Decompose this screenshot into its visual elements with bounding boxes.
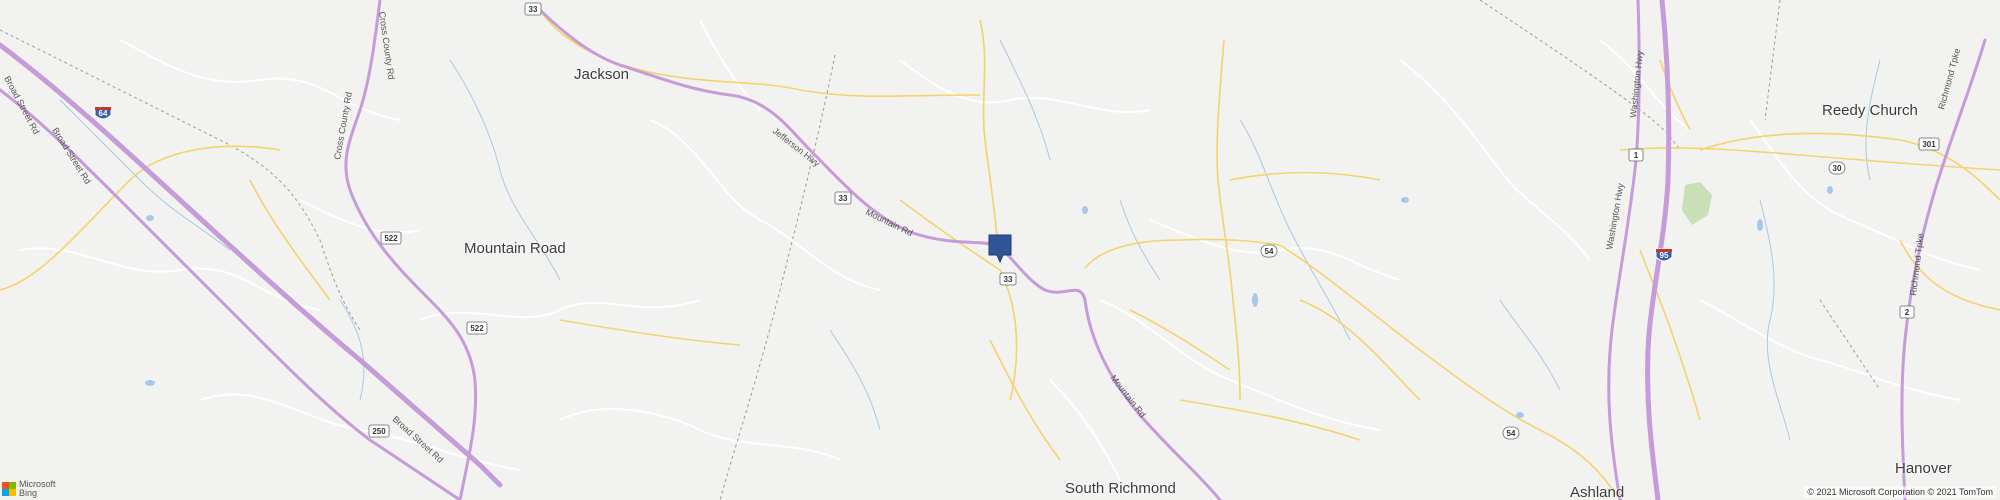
road-label-richmond-tpke-lower: Richmond Tpke (1908, 233, 1926, 297)
copyright-attribution: © 2021 Microsoft Corporation © 2021 TomT… (1804, 486, 1996, 498)
road-label-washington-hwy: Washington Hwy (1628, 50, 1645, 118)
svg-text:1: 1 (1634, 151, 1639, 160)
rt-2-shield: 2 (1899, 305, 1915, 319)
place-label-mountain-road: Mountain Road (464, 240, 566, 257)
location-pin-icon[interactable] (988, 234, 1012, 264)
rt-54-shield-2: 54 (1502, 426, 1520, 440)
svg-text:95: 95 (1660, 251, 1669, 260)
svg-text:54: 54 (1265, 247, 1274, 256)
place-label-hanover: Hanover (1895, 460, 1952, 477)
us-522-shield-2: 522 (466, 321, 488, 335)
road-label-richmond-tpke: Richmond Tpke (1936, 47, 1962, 110)
ponds (145, 186, 1833, 418)
map-canvas[interactable]: Cross County Rd Cross County Rd Broad St… (0, 0, 2000, 500)
microsoft-logo-icon (2, 482, 16, 496)
svg-text:54: 54 (1507, 429, 1516, 438)
park-area (1682, 182, 1712, 225)
road-label-broad-street-rd: Broad Street Rd (2, 74, 41, 136)
road-label-mountain-rd: Mountain Rd (864, 207, 914, 238)
road-label-jefferson-hwy: Jefferson Hwy (771, 126, 822, 169)
us-33-shield-pin: 33 (999, 272, 1017, 286)
road-label-mountain-rd-lower: Mountain Rd (1108, 373, 1147, 419)
logo-line-2: Bing (19, 488, 38, 498)
i-95-shield: 95 (1655, 248, 1673, 262)
us-522-shield-1: 522 (380, 231, 402, 245)
us-250-shield: 250 (368, 424, 390, 438)
road-label-washington-hwy-lower: Washington Hwy (1604, 182, 1626, 250)
rt-30-shield: 30 (1828, 161, 1846, 175)
road-label-cross-county-rd-lower: Cross County Rd (332, 91, 354, 160)
place-label-ashland: Ashland (1570, 484, 1625, 500)
place-label-reedy-church: Reedy Church (1822, 102, 1918, 119)
svg-text:33: 33 (839, 194, 848, 203)
road-label-cross-county-rd: Cross County Rd (377, 11, 396, 80)
svg-text:301: 301 (1922, 140, 1936, 149)
us-33-shield-top: 33 (524, 2, 542, 16)
svg-text:250: 250 (372, 427, 386, 436)
rt-54-shield-1: 54 (1260, 244, 1278, 258)
road-label-broad-street-rd-2: Broad Street Rd (50, 126, 93, 186)
svg-text:2: 2 (1905, 308, 1910, 317)
svg-text:30: 30 (1833, 164, 1842, 173)
us-1-shield: 1 (1628, 148, 1644, 162)
i-64-shield: 64 (94, 106, 112, 120)
svg-text:522: 522 (470, 324, 484, 333)
svg-text:33: 33 (1004, 275, 1013, 284)
place-label-jackson: Jackson (574, 66, 630, 83)
us-301-shield: 301 (1918, 137, 1940, 151)
us-33-shield-mid: 33 (834, 191, 852, 205)
bing-logo[interactable]: Microsoft Bing (2, 480, 56, 498)
svg-text:64: 64 (99, 109, 108, 118)
place-label-south-richmond: South Richmond (1065, 480, 1176, 497)
svg-text:522: 522 (384, 234, 398, 243)
railroads (0, 0, 1881, 500)
svg-text:33: 33 (529, 5, 538, 14)
